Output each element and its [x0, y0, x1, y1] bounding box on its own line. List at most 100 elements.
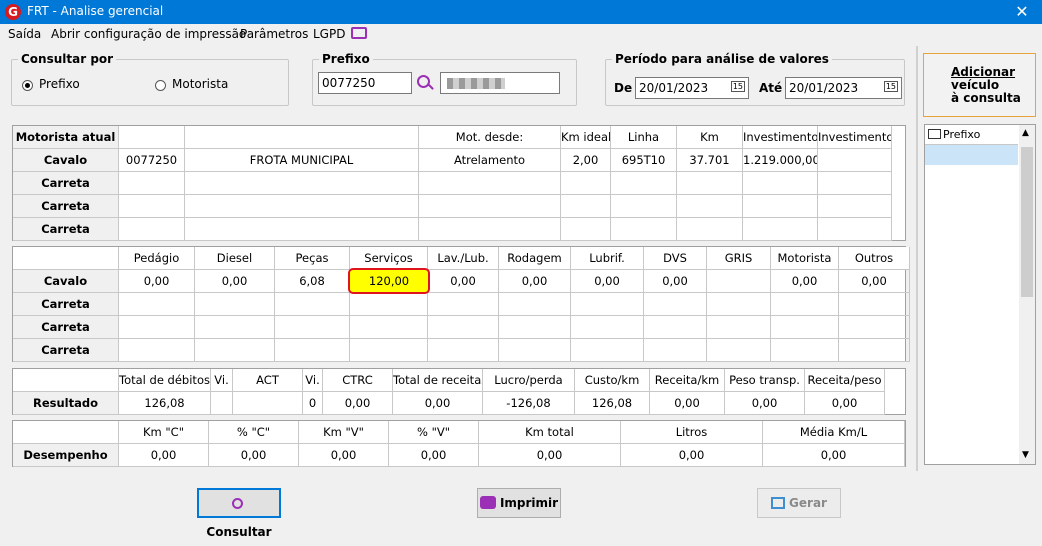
- performance-grid: Km "C"% "C" Km "V"% "V" Km total Litros Médi…: [12, 420, 906, 467]
- grid-header-cell: Peso transp.: [725, 369, 805, 392]
- grid-header-cell: GRIS: [707, 247, 771, 270]
- grid-cell: Atrelamento: [419, 149, 561, 172]
- prefix-list-row[interactable]: [925, 145, 1018, 165]
- row-label[interactable]: Cavalo: [13, 270, 119, 293]
- grid-cell: 1.219.000,00: [743, 149, 818, 172]
- gerar-button[interactable]: Gerar: [757, 488, 841, 518]
- grid-cell: [818, 218, 892, 241]
- grid-header-cell: Vi.: [211, 369, 233, 392]
- grid-cell: 0,00: [621, 444, 763, 467]
- grid-cell: 0,00: [771, 270, 839, 293]
- grid-cell: [571, 316, 644, 339]
- date-de-value: 20/01/2023: [639, 81, 709, 95]
- calendar-icon[interactable]: 15: [883, 81, 898, 92]
- grid-cell: [499, 316, 571, 339]
- grid-cell: [499, 339, 571, 362]
- de-label: De: [614, 81, 633, 95]
- grid-header-cell: Motorista: [771, 247, 839, 270]
- row-label[interactable]: Carreta: [13, 316, 119, 339]
- row-label[interactable]: Carreta: [13, 293, 119, 316]
- grid-cell: 37.701: [677, 149, 743, 172]
- close-icon[interactable]: ✕: [1002, 0, 1042, 24]
- grid-cell: [561, 195, 611, 218]
- add-vehicle-button[interactable]: Adicionar veículo à consulta: [923, 53, 1036, 117]
- grid-cell: 2,00: [561, 149, 611, 172]
- grid-header-cell: Lav./Lub.: [428, 247, 499, 270]
- grid-cell: 0,00: [479, 444, 621, 467]
- menu-saida[interactable]: Saída: [8, 27, 41, 41]
- grid-cell: [119, 316, 195, 339]
- grid-cell: [743, 195, 818, 218]
- grid-cell: 0,00: [119, 444, 209, 467]
- grid-cell: [119, 293, 195, 316]
- grid-cell: [644, 339, 707, 362]
- grid-cell: 6,08: [275, 270, 350, 293]
- grid-cell: FROTA MUNICIPAL: [185, 149, 419, 172]
- grid-cell: [195, 316, 275, 339]
- grid-cell: [771, 339, 839, 362]
- grid-header-cell: Km total: [479, 421, 621, 444]
- row-label[interactable]: Carreta: [13, 218, 119, 241]
- grid-cell: [185, 195, 419, 218]
- grid-cell: [419, 172, 561, 195]
- row-label[interactable]: Cavalo: [13, 149, 119, 172]
- calendar-icon[interactable]: 15: [730, 81, 745, 92]
- prefixo-legend: Prefixo: [322, 52, 370, 66]
- splitter[interactable]: [916, 46, 918, 471]
- add-vehicle-line3: à consulta: [951, 91, 1021, 105]
- consultar-button[interactable]: Consultar: [197, 488, 281, 539]
- row-label[interactable]: Carreta: [13, 172, 119, 195]
- prefix-list-scrollbar[interactable]: ▲ ▼: [1019, 125, 1035, 464]
- radio-prefixo[interactable]: [22, 80, 33, 91]
- menu-abrir-config[interactable]: Abrir configuração de impressão: [51, 27, 246, 41]
- row-label[interactable]: Desempenho: [13, 444, 119, 467]
- scroll-up-icon[interactable]: ▲: [1022, 128, 1029, 138]
- date-de-input[interactable]: 20/01/2023 15: [635, 77, 749, 99]
- grid-header-cell: Km: [677, 126, 743, 149]
- consultar-por-legend: Consultar por: [21, 52, 114, 66]
- grid-header-cell: % "C": [209, 421, 299, 444]
- prefix-list-header[interactable]: Prefixo: [925, 125, 1018, 145]
- row-label[interactable]: Carreta: [13, 339, 119, 362]
- grid-header-cell: Litros: [621, 421, 763, 444]
- scroll-thumb[interactable]: [1021, 147, 1033, 297]
- grid-cell: [743, 172, 818, 195]
- grid-cell: [350, 316, 428, 339]
- row-label[interactable]: Resultado: [13, 392, 119, 415]
- result-grid: Total de débitos Vi. ACT Vi. CTRC Total de re…: [12, 368, 906, 415]
- grid-cell: [428, 293, 499, 316]
- grid-cell: [818, 195, 892, 218]
- radio-motorista[interactable]: [155, 80, 166, 91]
- prefix-list[interactable]: Prefixo ▲ ▼: [924, 124, 1036, 465]
- grid-cell: 0,00: [571, 270, 644, 293]
- prefixo-input[interactable]: 0077250: [318, 72, 412, 94]
- monitor-icon[interactable]: [351, 27, 367, 39]
- grid-cell: 695T10: [611, 149, 677, 172]
- imprimir-button[interactable]: Imprimir: [477, 488, 561, 518]
- date-ate-input[interactable]: 20/01/2023 15: [785, 77, 902, 99]
- grid-header-cell: [119, 126, 185, 149]
- redacted-blur: [447, 78, 505, 89]
- table-icon: [771, 497, 786, 509]
- grid-header-cell: ACT: [233, 369, 303, 392]
- grid-cell: [275, 339, 350, 362]
- grid-cell: [119, 195, 185, 218]
- grid-cell: [119, 218, 185, 241]
- grid-header-cell: [13, 247, 119, 270]
- menu-lgpd[interactable]: LGPD: [313, 27, 345, 41]
- vehicle-grid: Motorista atual Mot. desde: Km ideal Linha K…: [12, 125, 906, 241]
- imprimir-label: Imprimir: [499, 496, 559, 510]
- grid-header-cell: Outros: [839, 247, 910, 270]
- row-label[interactable]: Carreta: [13, 195, 119, 218]
- menu-parametros[interactable]: Parâmetros: [240, 27, 308, 41]
- scroll-down-icon[interactable]: ▼: [1022, 450, 1029, 460]
- grid-header-cell: Km ideal: [561, 126, 611, 149]
- consultar-label: Consultar: [206, 525, 272, 539]
- grid-cell: [611, 172, 677, 195]
- periodo-legend: Período para análise de valores: [615, 52, 829, 66]
- grid-cell: [185, 218, 419, 241]
- grid-header-cell: CTRC: [323, 369, 393, 392]
- grid-cell: [677, 218, 743, 241]
- grid-cell: 126,08: [575, 392, 650, 415]
- menu-bar: Saída Abrir configuração de impressão Pa…: [0, 24, 1042, 44]
